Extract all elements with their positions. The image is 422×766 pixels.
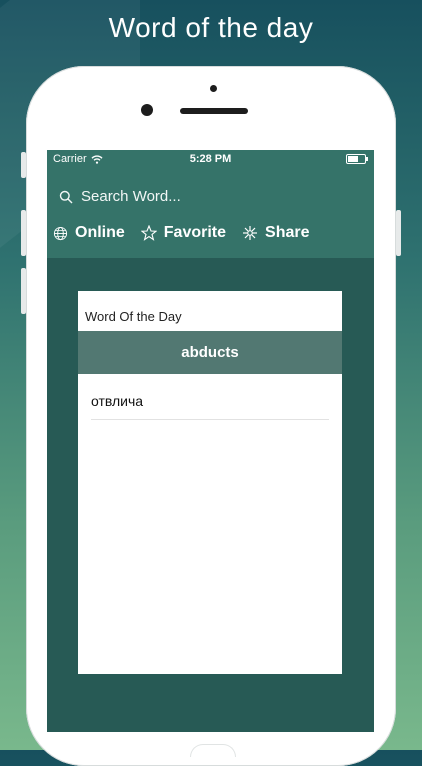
online-label: Online (75, 224, 125, 241)
action-toolbar: Online Favorite Share (53, 224, 310, 242)
share-label: Share (265, 224, 310, 241)
power-button (396, 210, 401, 256)
favorite-label: Favorite (163, 224, 227, 241)
app-header: Carrier 5:28 PM Search Word... Online Fa… (47, 150, 374, 258)
search-placeholder[interactable]: Search Word... (81, 188, 181, 205)
online-button[interactable]: Online (53, 224, 125, 242)
battery-fill (348, 156, 358, 162)
favorite-button[interactable]: Favorite (140, 224, 227, 242)
home-button (190, 744, 236, 757)
translation-divider (91, 419, 329, 420)
phone-screen: Carrier 5:28 PM Search Word... Online Fa… (47, 150, 374, 732)
card-title: Word Of the Day (85, 309, 182, 324)
proximity-sensor (210, 85, 217, 92)
word-header[interactable]: abducts (78, 331, 342, 374)
status-bar: Carrier 5:28 PM (47, 150, 374, 168)
share-button[interactable]: Share (242, 224, 310, 242)
translation-text: отвлича (91, 393, 144, 409)
page-headline: Word of the day (108, 12, 314, 43)
globe-icon (53, 226, 68, 240)
earpiece-speaker (180, 108, 248, 114)
front-camera (141, 104, 153, 116)
share-icon (243, 226, 258, 240)
star-icon (140, 225, 157, 241)
word-label: abducts (181, 344, 239, 361)
status-time: 5:28 PM (189, 153, 232, 165)
battery-icon (346, 154, 368, 164)
word-of-the-day-card: Word Of the Day abducts отвлича (78, 291, 342, 674)
search-icon (59, 190, 73, 203)
search-bar[interactable]: Search Word... (59, 188, 181, 205)
